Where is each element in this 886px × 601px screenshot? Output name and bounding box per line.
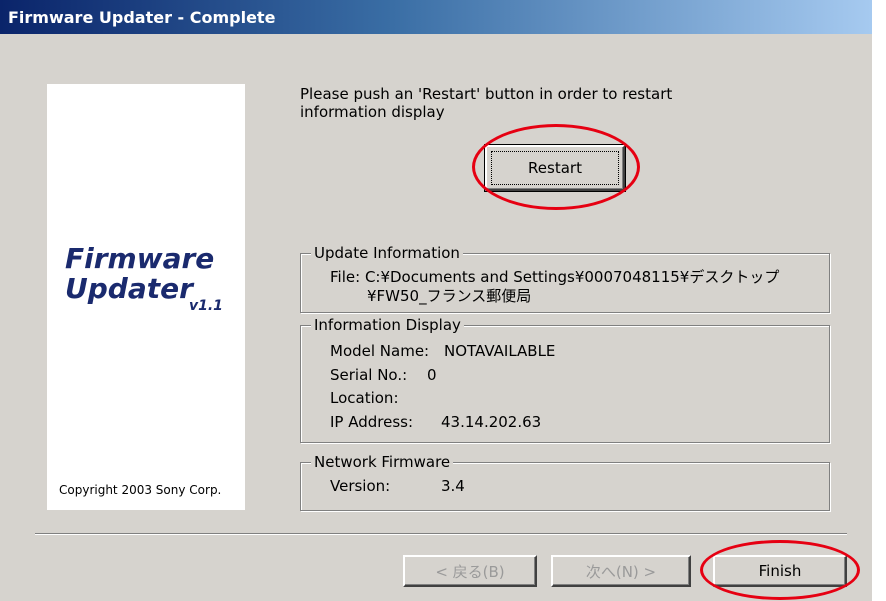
location-row: Location: [330, 389, 427, 407]
file-path-line1: C:¥Documents and Settings¥0007048115¥デスク… [364, 268, 780, 286]
instruction-text: Please push an 'Restart' button in order… [300, 85, 673, 121]
logo-panel: Firmware Updater v1.1 Copyright 2003 Son… [47, 84, 245, 510]
version-value: 3.4 [441, 477, 465, 495]
window-title: Firmware Updater - Complete [8, 8, 276, 27]
update-information-legend: Update Information [311, 244, 463, 262]
network-firmware-legend: Network Firmware [311, 453, 454, 471]
finish-button[interactable]: Finish [713, 555, 847, 587]
model-name-value: NOTAVAILABLE [444, 342, 556, 360]
firmware-updater-window: Firmware Updater - Complete Firmware Upd… [0, 0, 872, 601]
ip-address-row: IP Address: 43.14.202.63 [330, 413, 541, 431]
ip-address-value: 43.14.202.63 [441, 413, 542, 431]
file-label: File: [330, 268, 361, 286]
restart-button[interactable]: Restart [484, 144, 626, 192]
version-label: Version: [330, 477, 391, 495]
location-label: Location: [330, 389, 399, 407]
ip-address-label: IP Address: [330, 413, 414, 431]
model-name-row: Model Name: NOTAVAILABLE [330, 342, 555, 360]
file-row: File: C:¥Documents and Settings¥00070481… [330, 266, 779, 287]
serial-no-row: Serial No.: 0 [330, 366, 437, 384]
network-firmware-group: Network Firmware Version: 3.4 [300, 453, 830, 511]
next-button[interactable]: 次へ(N) > [551, 555, 691, 587]
title-bar[interactable]: Firmware Updater - Complete [0, 0, 872, 34]
information-display-group: Information Display Model Name: NOTAVAILA… [300, 316, 830, 443]
logo-version: v1.1 [189, 298, 223, 314]
logo-updater-text: Updater [65, 272, 193, 305]
file-row-continued: ¥FW50_フランス郵便局 [367, 285, 531, 306]
version-row: Version: 3.4 [330, 477, 465, 495]
information-display-legend: Information Display [311, 316, 464, 334]
file-path-line2: ¥FW50_フランス郵便局 [367, 287, 532, 305]
update-information-group: Update Information File: C:¥Documents an… [300, 244, 830, 313]
focus-ring [491, 151, 619, 185]
logo-firmware-text: Firmware [65, 242, 215, 275]
back-button[interactable]: < 戻る(B) [403, 555, 537, 587]
model-name-label: Model Name: [330, 342, 430, 360]
serial-no-value: 0 [427, 366, 437, 384]
serial-no-label: Serial No.: [330, 366, 408, 384]
copyright-text: Copyright 2003 Sony Corp. [59, 483, 222, 497]
footer-separator [35, 533, 847, 535]
